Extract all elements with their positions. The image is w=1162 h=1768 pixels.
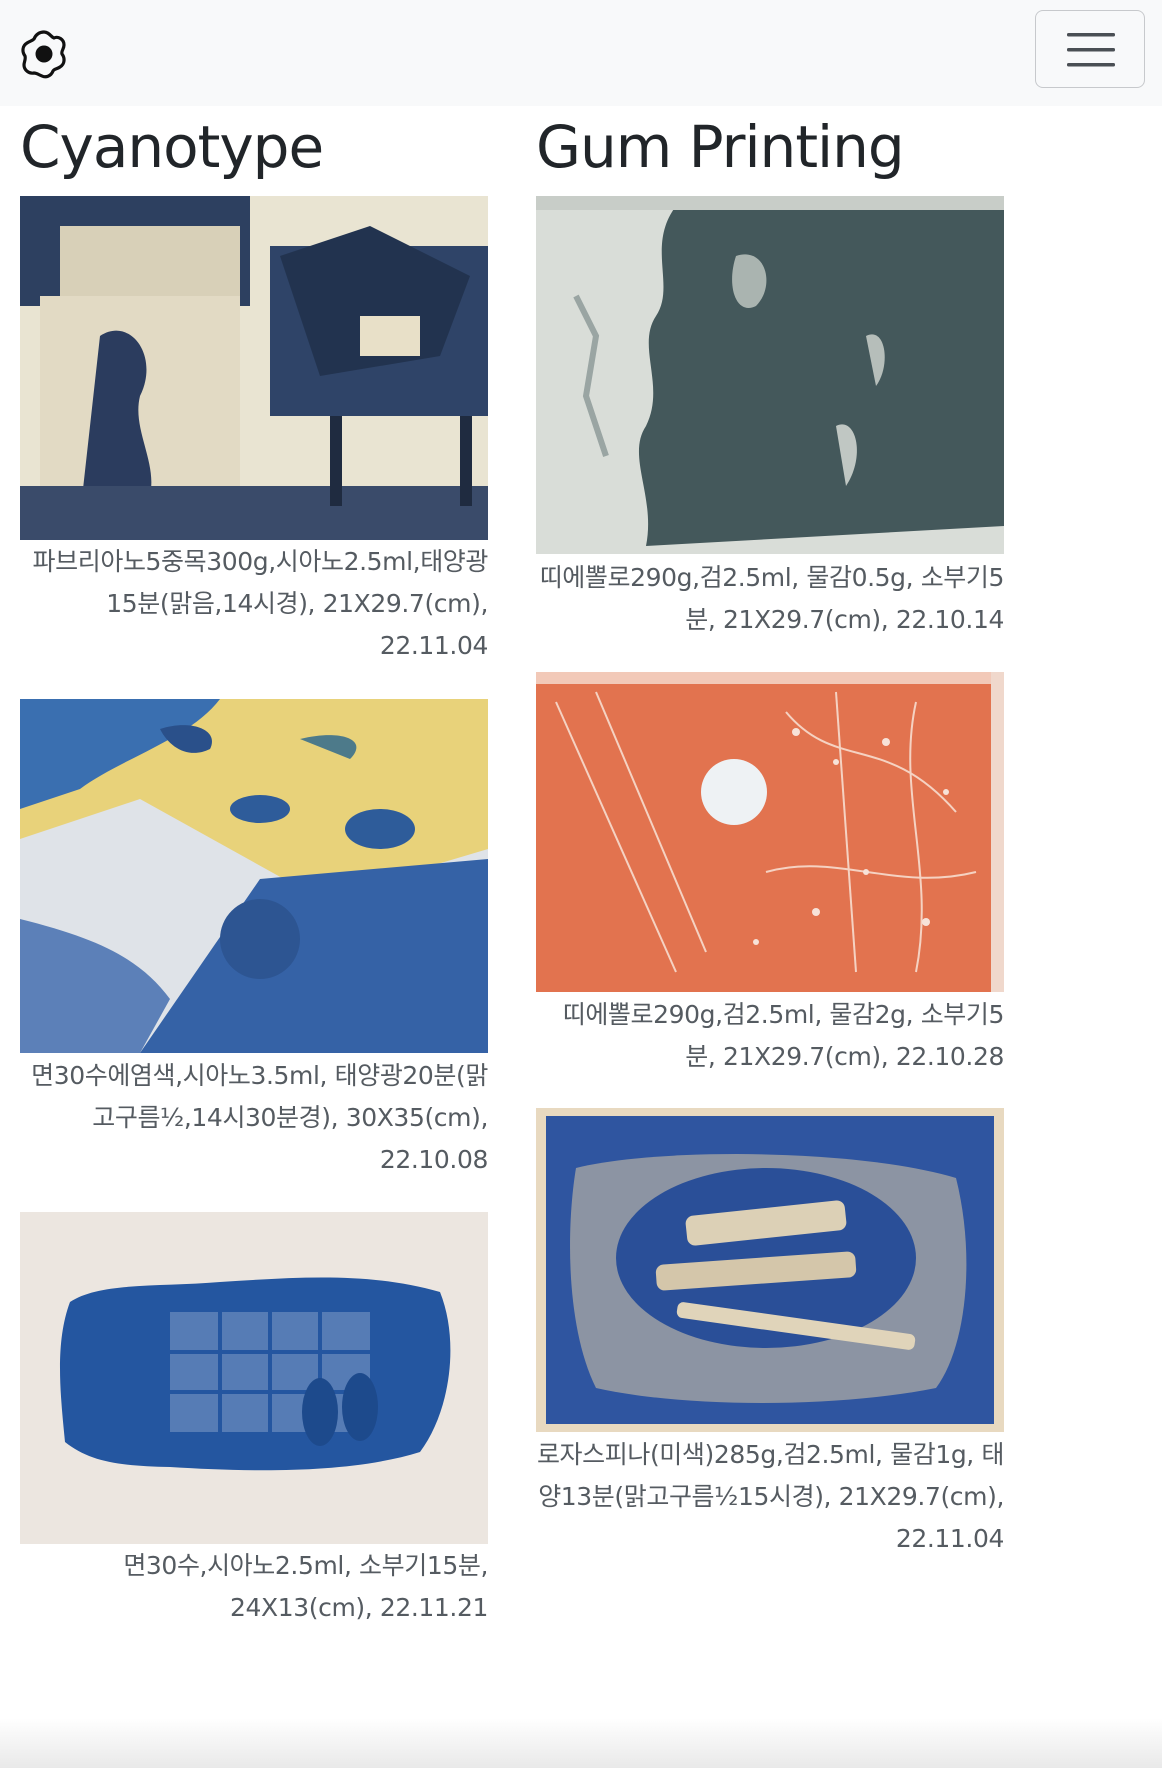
cyanotype-photo-2[interactable] (20, 699, 488, 1053)
bottom-shadow (0, 1718, 1162, 1768)
flower-logo-icon[interactable] (18, 28, 70, 80)
gum-printing-photo-2[interactable] (536, 672, 1004, 992)
gum-printing-caption-2: 띠에뽈로290g,검2.5ml, 물감2g, 소부기5분, 21X29.7(cm… (562, 1000, 1005, 1071)
navbar (0, 0, 1162, 106)
cyanotype-photo-1[interactable] (20, 196, 488, 540)
hamburger-menu-button[interactable] (1035, 10, 1145, 88)
cyanotype-photo-3[interactable] (20, 1212, 488, 1544)
gum-printing-heading: Gum Printing (536, 113, 905, 181)
cyanotype-caption-1: 파브리아노5중목300g,시아노2.5ml,태양광15분(맑음,14시경), 2… (32, 547, 489, 660)
gum-printing-photo-3[interactable] (536, 1108, 1004, 1432)
gum-printing-caption-3: 로자스피나(미색)285g,검2.5ml, 물감1g, 태양13분(맑고구름½1… (536, 1440, 1004, 1553)
hamburger-menu-icon (1067, 33, 1115, 67)
cyanotype-caption-3: 면30수,시아노2.5ml, 소부기15분, 24X13(cm), 22.11.… (123, 1551, 488, 1622)
gum-printing-caption-1: 띠에뽈로290g,검2.5ml, 물감0.5g, 소부기5분, 21X29.7(… (539, 563, 1005, 634)
cyanotype-heading: Cyanotype (20, 113, 324, 181)
gum-printing-photo-1[interactable] (536, 196, 1004, 554)
cyanotype-caption-2: 면30수에염색,시아노3.5ml, 태양광20분(맑고구름½,14시30분경),… (31, 1061, 488, 1174)
